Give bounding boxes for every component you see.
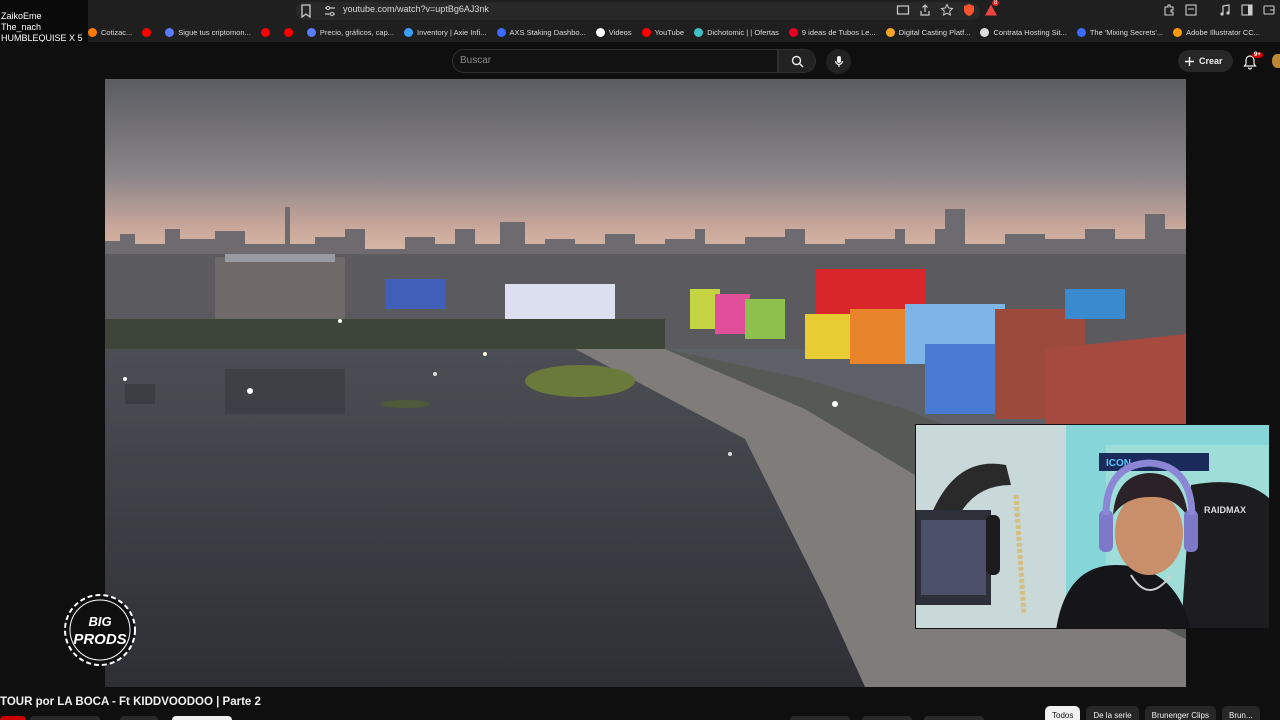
music-icon[interactable] [1218, 3, 1232, 17]
bookmark-favicon-icon [165, 27, 175, 37]
bookmark-favicon-icon [306, 27, 316, 37]
filter-chip[interactable]: De la serie [1086, 706, 1139, 720]
video-title: TOUR por LA BOCA - Ft KIDDVOODOO | Parte… [0, 696, 261, 708]
address-bar-actions: 8 [896, 0, 1000, 17]
bookmark-favicon-icon [88, 27, 97, 37]
channel-avatar[interactable] [0, 716, 26, 720]
notification-count: 9+ [1252, 52, 1263, 58]
create-button[interactable]: Crear [1178, 50, 1233, 72]
bookmark-item[interactable] [283, 27, 297, 37]
chat-message: The_nach [1, 22, 42, 32]
streamer-webcam: ICON RAIDMAX [915, 424, 1270, 629]
bookmark-item[interactable]: YouTube [641, 27, 685, 37]
filter-chip[interactable]: Brun... [1221, 706, 1260, 720]
subscribe-button[interactable] [172, 716, 232, 720]
bookmark-label: Videos [608, 27, 632, 37]
bookmark-favicon-icon [496, 27, 506, 37]
brave-shield-icon[interactable] [962, 3, 976, 17]
bookmark-label: YouTube [654, 27, 685, 37]
bookmark-favicon-icon [1076, 27, 1086, 37]
bookmark-label: Sigue tus criptomon... [178, 27, 251, 37]
voice-search-button[interactable] [826, 49, 851, 74]
bookmark-favicon-icon [1173, 27, 1183, 37]
bookmark-favicon-icon [885, 27, 895, 37]
logo-line-prods: PRODS [73, 631, 126, 648]
bookmark-item[interactable] [260, 27, 274, 37]
bookmark-icon[interactable] [300, 4, 312, 18]
bookmark-label: Dichotomic | | Ofertas [707, 27, 779, 37]
bookmark-favicon-icon [404, 27, 414, 37]
youtube-header: Buscar Crear 9+ [0, 42, 1280, 78]
bookmark-favicon-icon [283, 27, 293, 37]
screenshot-icon[interactable] [1184, 3, 1198, 17]
filter-chip[interactable]: Todos [1045, 706, 1081, 720]
screen: youtube.com/watch?v=uptBg6AJ3nk 8 Cotiza… [0, 0, 1280, 720]
bookmark-label: AXS Staking Dashbo... [509, 27, 586, 37]
plus-icon [1185, 56, 1194, 66]
browser-actions [1162, 3, 1280, 17]
logo-line-big: BIG [88, 614, 111, 629]
share-icon[interactable] [918, 3, 932, 17]
bookmark-item[interactable]: The 'Mixing Secrets'... [1076, 27, 1164, 37]
like-button[interactable] [790, 716, 850, 720]
chat-message: ZaikoEme [1, 11, 42, 21]
search-placeholder: Buscar [460, 55, 492, 66]
account-avatar[interactable] [1272, 54, 1280, 68]
join-button[interactable] [120, 716, 158, 720]
bookmark-favicon-icon [595, 27, 605, 37]
recommendation-chips: Todos De la serie Brunenger Clips Brun... [1045, 706, 1260, 720]
microphone-icon [834, 56, 843, 67]
bookmark-label: Digital Casting Platf... [898, 27, 971, 37]
extension-alert[interactable]: 8 [984, 0, 1000, 17]
star-icon[interactable] [940, 3, 954, 17]
bookmark-favicon-icon [641, 27, 651, 37]
bookmark-item[interactable]: Cotizac... [88, 27, 133, 37]
cast-icon[interactable] [896, 3, 910, 17]
sidebar-icon[interactable] [1240, 3, 1254, 17]
bookmark-item[interactable]: Contrata Hosting Sit... [980, 27, 1067, 37]
bookmark-item[interactable]: Sigue tus criptomon... [165, 27, 251, 37]
site-info-icon[interactable] [324, 5, 336, 17]
webcam-frame: ICON RAIDMAX [916, 425, 1269, 628]
search-input[interactable] [452, 49, 778, 73]
filter-chip[interactable]: Brunenger Clips [1144, 706, 1216, 720]
bookmark-item[interactable]: 9 ideas de Tubos Le... [788, 27, 876, 37]
bookmark-item[interactable]: Dichotomic | | Ofertas [694, 27, 779, 37]
browser-toolbar: youtube.com/watch?v=uptBg6AJ3nk 8 Cotiza… [0, 0, 1280, 42]
channel-name[interactable] [30, 716, 100, 720]
bookmark-item[interactable]: AXS Staking Dashbo... [496, 27, 586, 37]
bookmark-item[interactable]: Videos [595, 27, 632, 37]
bookmarks-bar: Cotizac... Sigue tus criptomon... Precio, … [88, 24, 1270, 40]
create-label: Crear [1199, 56, 1223, 66]
big-prods-logo: BIG PRODS [64, 594, 136, 666]
share-button[interactable] [862, 716, 912, 720]
chair-brand-text: RAIDMAX [1204, 505, 1246, 515]
search-icon [791, 55, 804, 68]
bookmark-favicon-icon [788, 27, 798, 37]
bookmark-label: Adobe Illustrator CC... [1186, 27, 1260, 37]
bookmark-label: Cotizac... [101, 27, 133, 37]
bookmark-favicon-icon [694, 27, 704, 37]
bookmark-label: The 'Mixing Secrets'... [1089, 27, 1164, 37]
extensions-icon[interactable] [1162, 3, 1176, 17]
bookmark-favicon-icon [980, 27, 990, 37]
bookmark-item[interactable]: Adobe Illustrator CC... [1173, 27, 1260, 37]
bookmark-item[interactable]: Digital Casting Platf... [885, 27, 971, 37]
url-text[interactable]: youtube.com/watch?v=uptBg6AJ3nk [343, 4, 489, 14]
bookmark-label: 9 ideas de Tubos Le... [801, 27, 876, 37]
wallet-icon[interactable] [1262, 3, 1276, 17]
bookmark-favicon-icon [142, 27, 152, 37]
bookmark-label: Contrata Hosting Sit... [993, 27, 1067, 37]
extension-badge: 8 [992, 0, 1000, 6]
bookmark-item[interactable]: Precio, gráficos, cap... [306, 27, 395, 37]
bookmark-item[interactable]: Inventory | Axie Infi... [404, 27, 487, 37]
search-button[interactable] [778, 49, 816, 73]
download-button[interactable] [924, 716, 984, 720]
bookmark-favicon-icon [260, 27, 270, 37]
bookmark-label: Precio, gráficos, cap... [319, 27, 395, 37]
bookmark-label: Inventory | Axie Infi... [417, 27, 487, 37]
bookmark-item[interactable] [142, 27, 155, 37]
